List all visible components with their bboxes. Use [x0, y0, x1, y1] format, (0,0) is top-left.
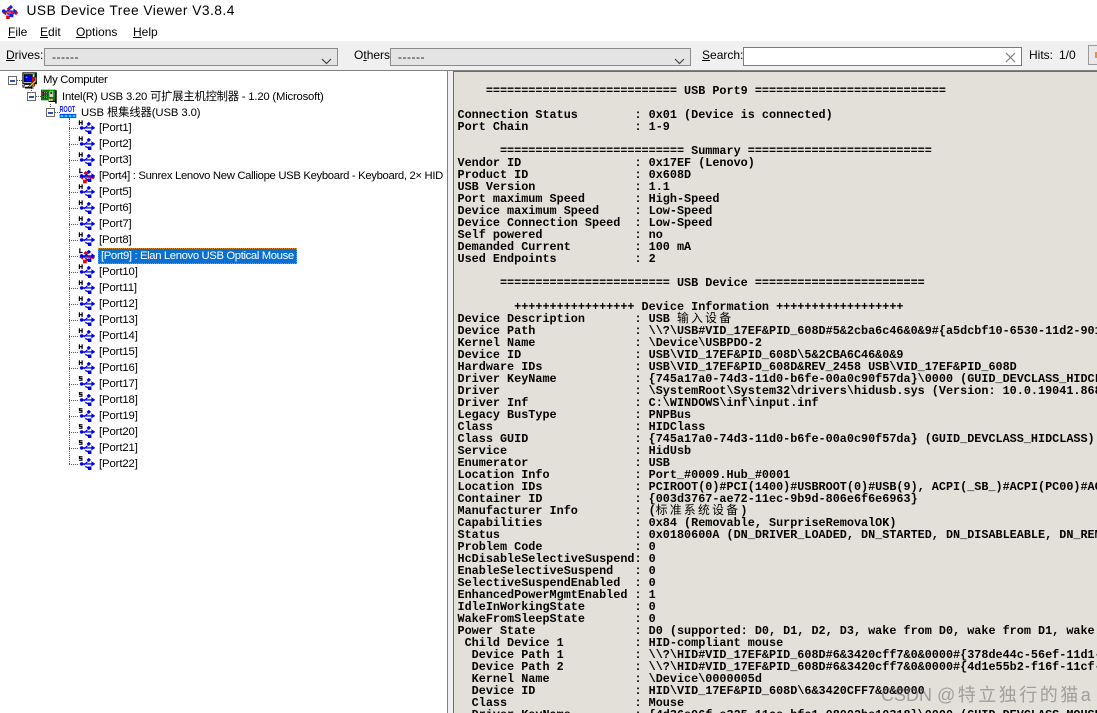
svg-text:ROOT: ROOT	[60, 104, 76, 114]
